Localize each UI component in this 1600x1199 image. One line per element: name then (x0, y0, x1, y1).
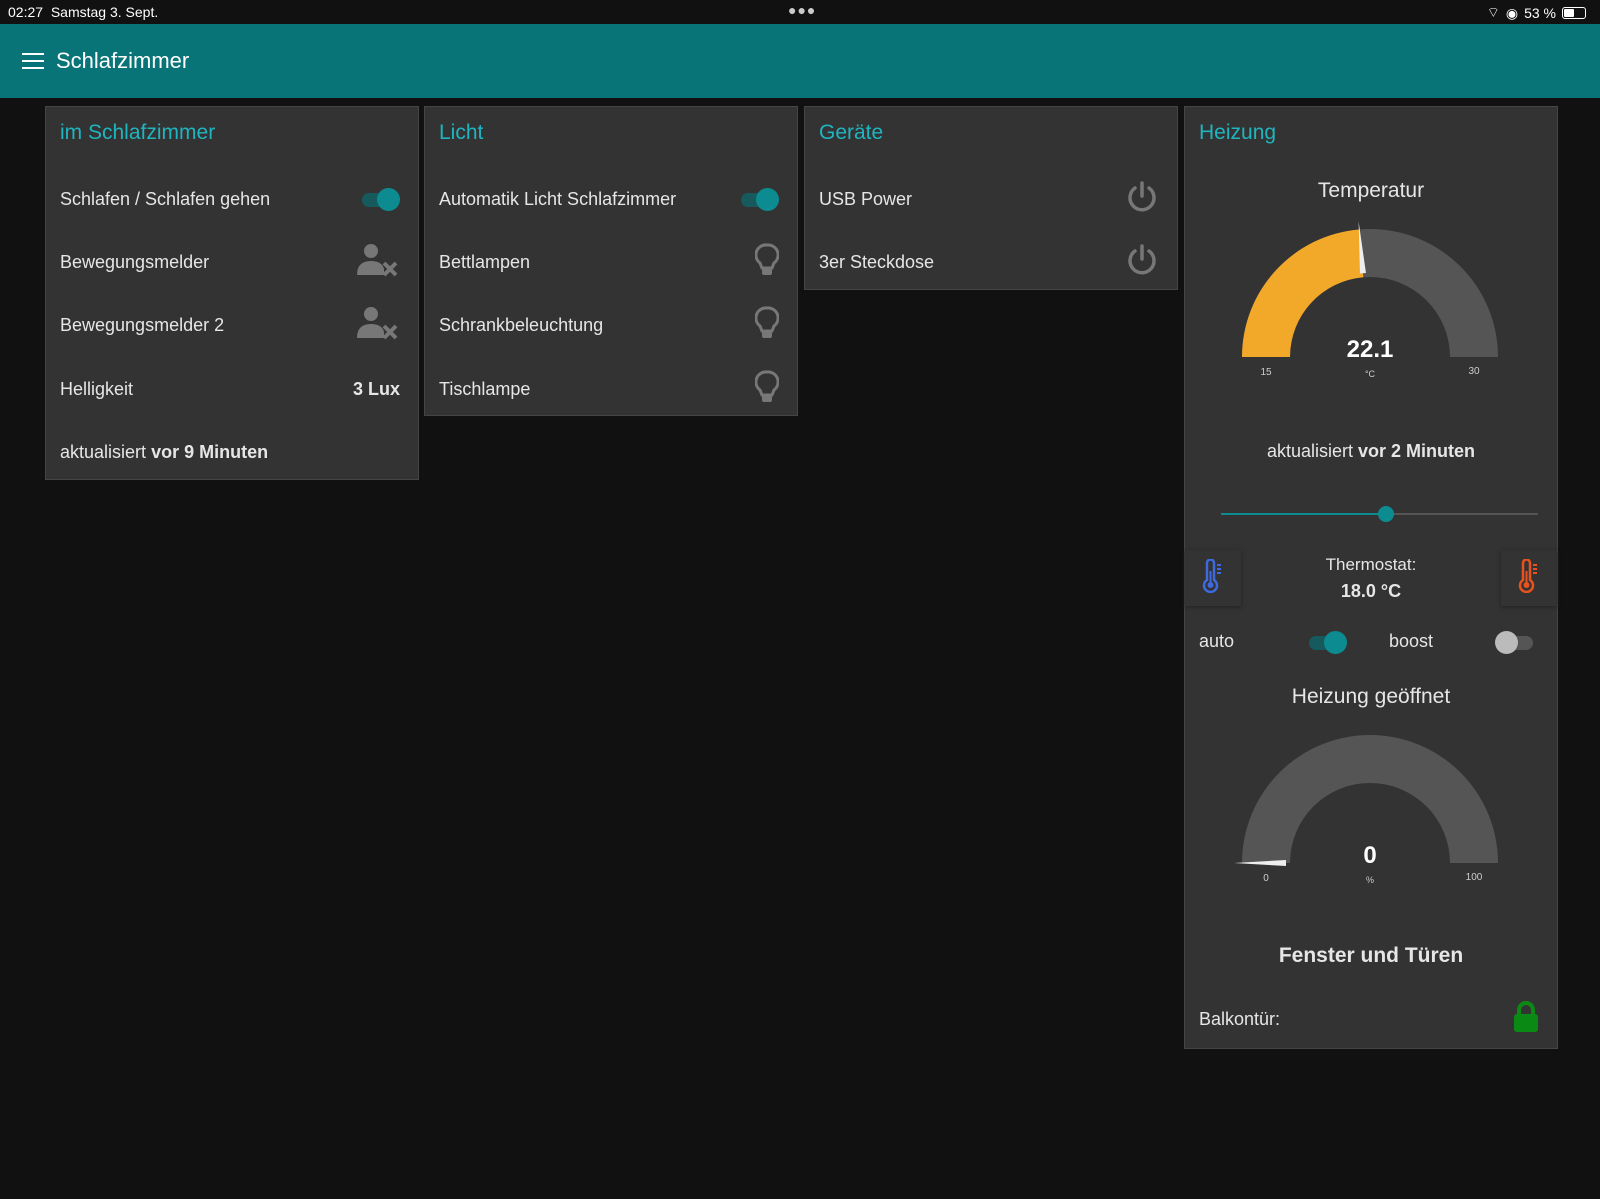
sleep-label: Schlafen / Schlafen gehen (60, 188, 271, 209)
heating-updated: aktualisiert vor 2 Minuten (1266, 441, 1476, 461)
lock-closed-icon (1513, 1001, 1539, 1038)
multitask-dots-icon[interactable]: ●●● (788, 2, 816, 18)
status-bar: 02:27 Samstag 3. Sept. ●●● ⌔ ◉ 53 % (0, 0, 1600, 24)
brightness-value: 3 Lux (352, 378, 400, 399)
auto-light-label: Automatik Licht Schlafzimmer (439, 188, 677, 209)
light-label: Schrankbeleuchtung (439, 314, 604, 335)
updated-value: vor 9 Minuten (151, 441, 269, 462)
balcony-door-label: Balkontür: (1199, 1009, 1281, 1029)
card-title: Geräte (819, 121, 884, 144)
auto-toggle[interactable] (1307, 631, 1347, 654)
temperature-title: Temperatur (1317, 179, 1425, 202)
app-header: Schlafzimmer (0, 24, 1600, 98)
auto-label: auto (1199, 631, 1235, 651)
thermostat-label: Thermostat: (1325, 555, 1417, 574)
card-heating: Heizung Temperatur 22.1 °C 15 30 aktuali… (1184, 106, 1558, 1049)
auto-light-toggle[interactable] (739, 188, 779, 211)
card-title: Licht (439, 121, 484, 144)
gauge-max: 30 (1468, 366, 1480, 377)
windows-title: Fenster und Türen (1278, 944, 1464, 967)
gauge-value: 22.1 (1347, 336, 1394, 363)
lightbulb-icon[interactable] (754, 242, 780, 282)
light-label: Bettlampen (439, 251, 531, 272)
valve-gauge: 0 % 0 100 (1234, 735, 1498, 885)
thermostat-value: 18.0 °C (1340, 581, 1402, 601)
sleep-toggle[interactable] (360, 188, 400, 211)
updated-label: aktualisiert (60, 441, 147, 462)
lightbulb-icon[interactable] (754, 369, 780, 409)
card-title: im Schlafzimmer (60, 121, 216, 144)
valve-title: Heizung geöffnet (1291, 685, 1451, 708)
page-title: Schlafzimmer (56, 48, 190, 73)
gauge-unit: % (1366, 875, 1374, 885)
thermostat-slider[interactable] (1221, 506, 1538, 522)
card-title: Heizung (1199, 121, 1277, 144)
gauge-min: 0 (1263, 873, 1269, 884)
motion-sensor-2-label: Bewegungsmelder 2 (60, 314, 225, 335)
user-x-icon (356, 306, 400, 345)
brightness-label: Helligkeit (60, 378, 134, 399)
orientation-lock-icon: ◉ (1505, 4, 1519, 21)
battery-icon (1562, 7, 1586, 19)
wifi-icon: ⌔ (1486, 4, 1500, 20)
gauge-min: 15 (1260, 367, 1272, 378)
card-devices: Geräte USB Power 3er Steckdose (804, 106, 1178, 290)
gauge-fill (1242, 229, 1364, 357)
slider-thumb[interactable] (1377, 506, 1394, 522)
gauge-max: 100 (1466, 872, 1483, 883)
battery-text: 53 % (1524, 5, 1556, 21)
menu-icon[interactable] (22, 53, 44, 69)
gauge-unit: °C (1365, 369, 1376, 379)
card-room: im Schlafzimmer Schlafen / Schlafen gehe… (45, 106, 419, 480)
motion-sensor-label: Bewegungsmelder (60, 251, 210, 272)
temperature-gauge: 22.1 °C 15 30 (1242, 221, 1498, 379)
device-label: 3er Steckdose (819, 251, 935, 272)
lightbulb-icon[interactable] (754, 305, 780, 345)
user-x-icon (356, 243, 400, 282)
power-icon[interactable] (1125, 180, 1159, 219)
boost-label: boost (1389, 631, 1434, 651)
gauge-value: 0 (1363, 842, 1376, 869)
card-light: Licht Automatik Licht Schlafzimmer Bettl… (424, 106, 798, 416)
status-time-date: 02:27 Samstag 3. Sept. (8, 4, 159, 20)
power-icon[interactable] (1125, 243, 1159, 282)
boost-toggle[interactable] (1495, 631, 1535, 654)
device-label: USB Power (819, 188, 913, 209)
light-label: Tischlampe (439, 378, 531, 399)
